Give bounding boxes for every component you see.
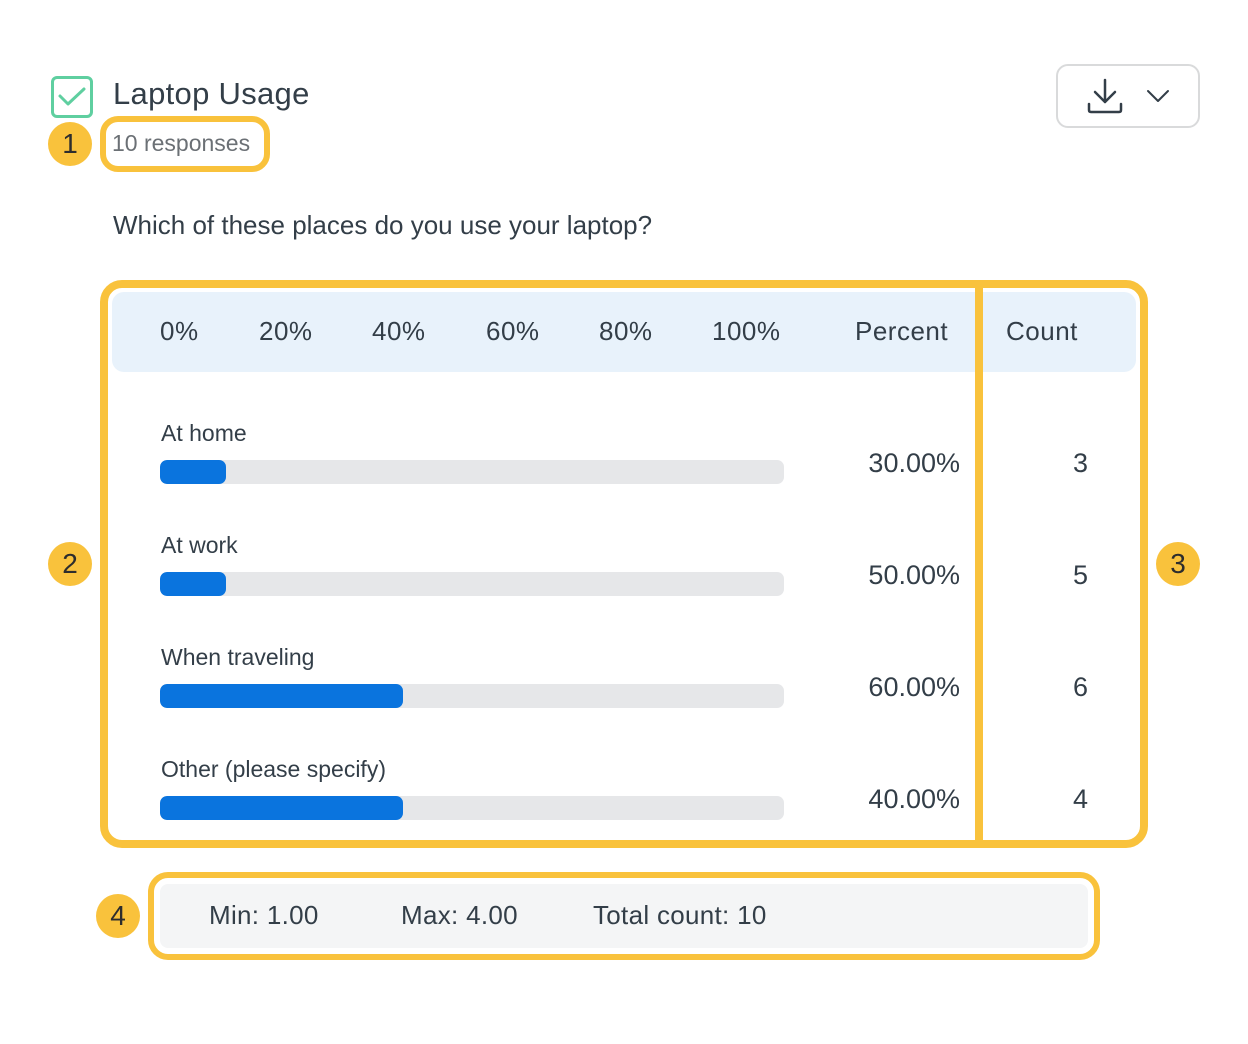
annotation-badge-3: 3: [1156, 542, 1200, 586]
highlight-table: [100, 280, 1148, 848]
annotation-badge-1: 1: [48, 122, 92, 166]
chevron-down-icon: [1147, 90, 1169, 102]
stat-max: Max: 4.00: [401, 900, 518, 930]
response-count: 10 responses: [112, 130, 251, 156]
question-text: Which of these places do you use your la…: [113, 210, 653, 240]
annotation-badge-4: 4: [96, 894, 140, 938]
stat-total: Total count: 10: [593, 900, 767, 930]
annotation-badge-2: 2: [48, 542, 92, 586]
checkmark-icon: [58, 87, 86, 106]
question-title: Laptop Usage: [113, 76, 310, 111]
stat-min: Min: 1.00: [209, 900, 319, 930]
download-button[interactable]: [1056, 64, 1200, 128]
question-checkbox[interactable]: [51, 76, 93, 118]
download-icon: [1087, 78, 1123, 114]
highlight-count-divider: [975, 284, 983, 844]
